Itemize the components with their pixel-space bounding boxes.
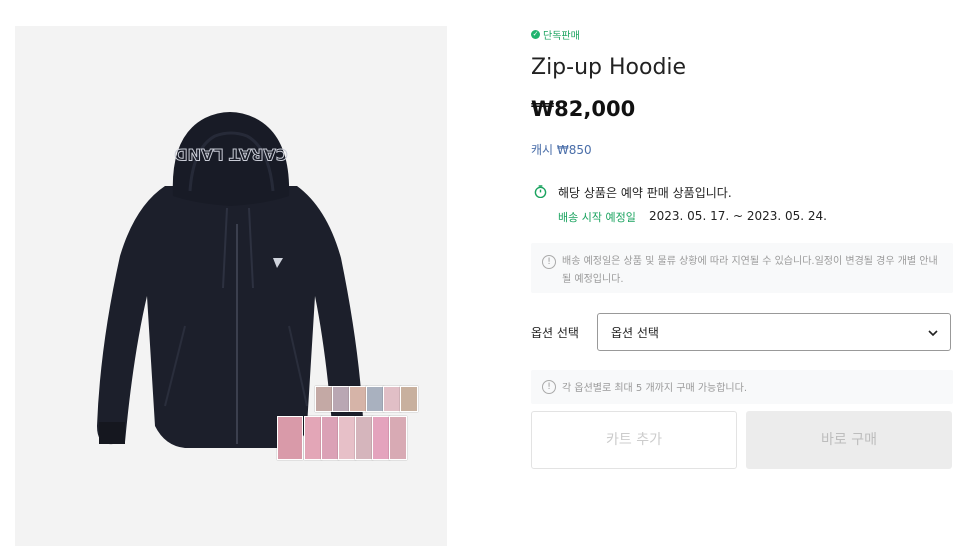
add-to-cart-button[interactable]: 카트 추가 (531, 411, 737, 469)
delivery-info-text: 배송 예정일은 상품 및 물류 상황에 따라 지연될 수 있습니다.일정이 변경… (562, 256, 938, 285)
product-price: ₩82,000 (531, 97, 636, 121)
photocard (338, 416, 356, 460)
info-circle-icon: ! (542, 380, 556, 394)
preorder-notice-text: 해당 상품은 예약 판매 상품입니다. (558, 186, 732, 200)
photocard (383, 386, 401, 412)
option-label: 옵션 선택 (531, 326, 579, 340)
product-info-panel: ✓ 단독판매 Zip-up Hoodie ₩82,000 캐시 ₩850 해당 … (531, 0, 953, 554)
purchase-limit-box: ! 각 옵션별로 최대 5 개까지 구매 가능합니다. (531, 370, 953, 404)
info-circle-icon: ! (542, 255, 556, 269)
buy-now-button[interactable]: 바로 구매 (746, 411, 952, 469)
cash-reward: 캐시 ₩850 (531, 143, 592, 157)
photocard (332, 386, 350, 412)
photocard (355, 416, 373, 460)
photocard (372, 416, 390, 460)
photocard-set (277, 386, 427, 468)
check-circle-icon: ✓ (531, 30, 540, 39)
photocard (349, 386, 367, 412)
option-select[interactable]: 옵션 선택 (597, 313, 951, 351)
ship-start-label: 배송 시작 예정일 (558, 211, 636, 224)
clock-icon (534, 185, 547, 198)
option-select-value: 옵션 선택 (611, 326, 659, 340)
ship-dates: 2023. 05. 17. ~ 2023. 05. 24. (649, 209, 827, 223)
photocard (389, 416, 407, 460)
hoodie-illustration: CARAT LAND (97, 112, 364, 448)
purchase-limit-text: 각 옵션별로 최대 5 개까지 구매 가능합니다. (562, 383, 748, 394)
delivery-info-box: ! 배송 예정일은 상품 및 물류 상황에 따라 지연될 수 있습니다.일정이 … (531, 243, 953, 293)
product-title: Zip-up Hoodie (531, 55, 687, 80)
photocard (321, 416, 339, 460)
photocard (400, 386, 418, 412)
photocard (304, 416, 322, 460)
product-image: CARAT LAND (15, 26, 447, 546)
chevron-down-icon (928, 330, 938, 337)
photocard (277, 416, 303, 460)
badge-label: 단독판매 (543, 31, 580, 42)
hood-print-text: CARAT LAND (174, 145, 287, 164)
photocard (366, 386, 384, 412)
photocard (315, 386, 333, 412)
exclusive-badge: ✓ 단독판매 (531, 27, 580, 42)
